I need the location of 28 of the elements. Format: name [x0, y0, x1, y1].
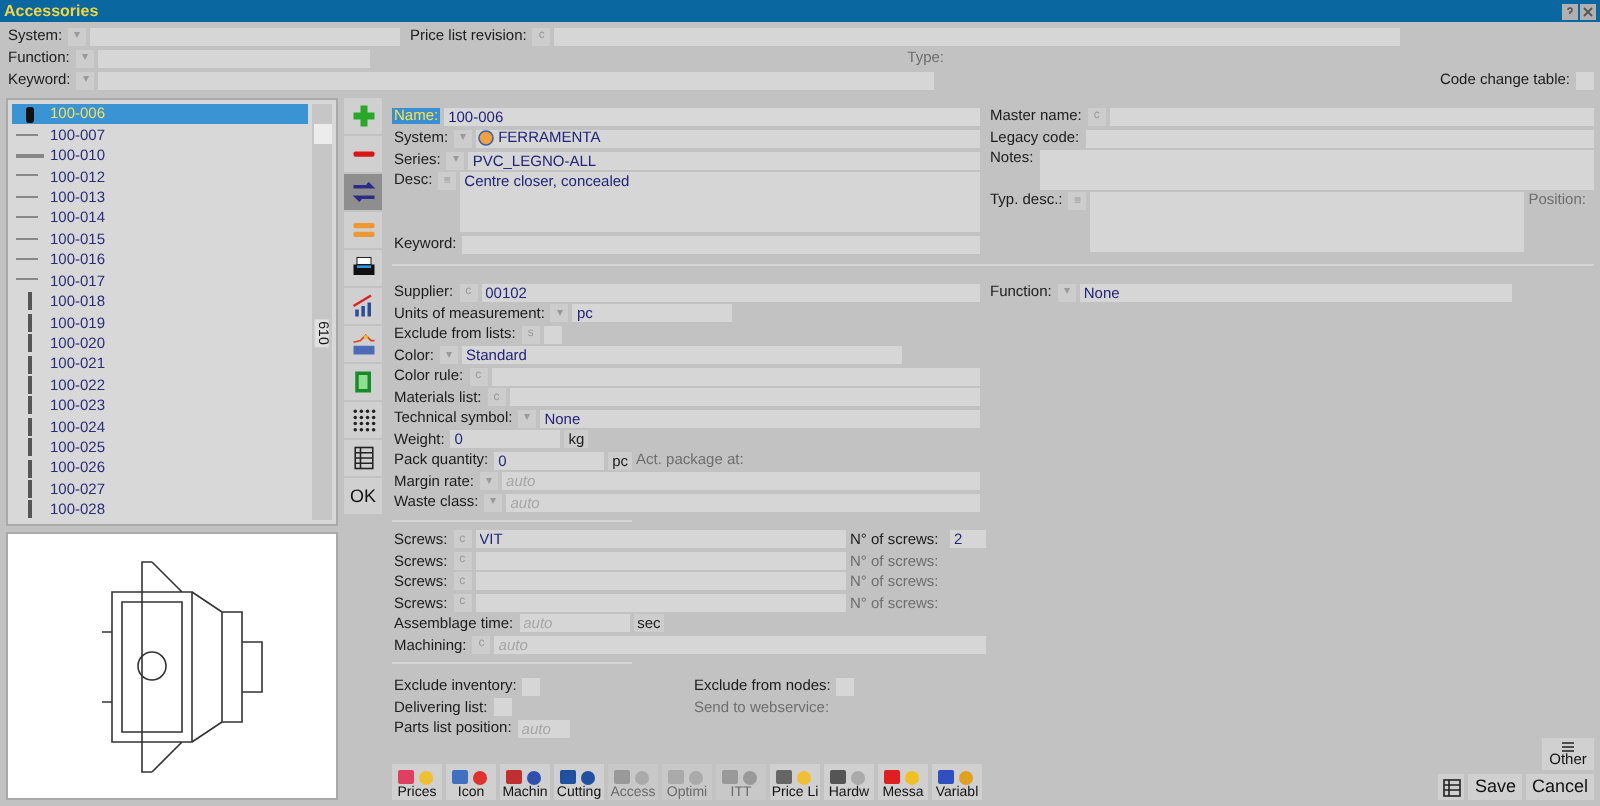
toolbar-button[interactable] — [344, 440, 382, 476]
save-button[interactable]: Save — [1468, 774, 1522, 801]
dot-grid-icon — [349, 406, 377, 434]
system-logo-icon — [478, 130, 495, 146]
bar-chart-icon — [349, 292, 377, 320]
profile-icon — [16, 216, 44, 221]
window-title: Accessories — [4, 3, 99, 19]
table-button[interactable] — [1438, 774, 1465, 801]
profile-icon — [16, 174, 44, 179]
toolbar-button[interactable] — [344, 250, 382, 286]
table-icon — [1441, 777, 1462, 798]
profile-icon — [16, 278, 44, 283]
plus-icon — [349, 102, 377, 130]
swap-arrows-icon — [349, 178, 377, 206]
profile-icon — [16, 237, 44, 242]
cancel-button[interactable]: Cancel — [1525, 774, 1594, 801]
gradient-chart-icon — [349, 330, 377, 358]
profile-icon — [16, 154, 44, 159]
profile-icon — [16, 195, 44, 200]
close-button[interactable] — [1580, 3, 1596, 19]
profile-icon — [16, 258, 44, 263]
toolbar-button[interactable] — [344, 402, 382, 438]
table-icon — [349, 444, 377, 472]
menu-icon — [1562, 741, 1574, 752]
scroll-thumb[interactable] — [313, 124, 331, 144]
help-button[interactable] — [1562, 3, 1578, 19]
profile-icon — [16, 133, 44, 138]
ok-button[interactable]: OK — [344, 478, 382, 514]
